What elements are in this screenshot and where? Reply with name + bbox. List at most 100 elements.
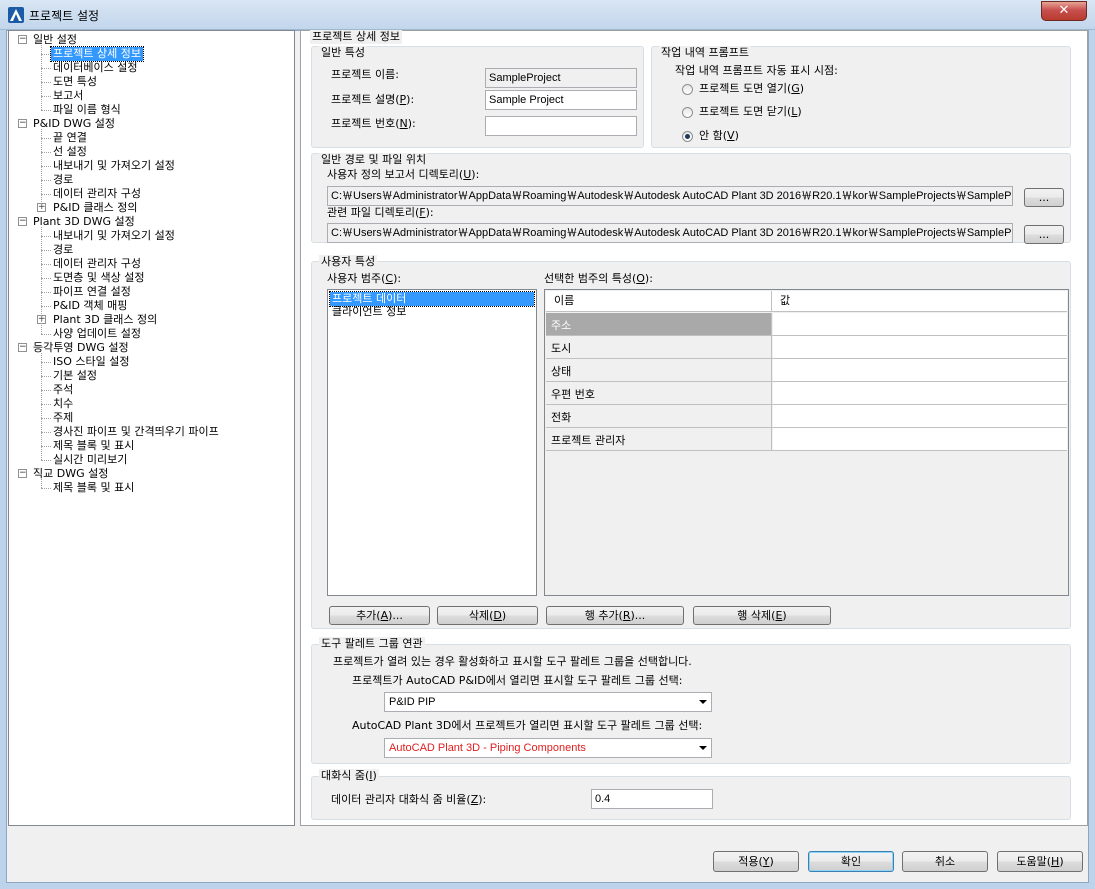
project-name-field[interactable]: SampleProject <box>485 68 637 88</box>
tree-connector <box>41 68 51 69</box>
window-title: 프로젝트 설정 <box>29 9 100 23</box>
delete-category-button[interactable]: 삭제(D) <box>437 606 538 625</box>
category-props-grid[interactable]: 이름 값 주소 도시 상태 우편 번호 전화 프로젝트 관리자 <box>544 289 1069 596</box>
grid-cell-value[interactable] <box>773 313 1067 335</box>
report-dir-label: 사용자 정의 보고서 디렉토리(U): <box>327 168 480 181</box>
tree-item-6[interactable]: P&ID DWG 설정 <box>31 117 117 131</box>
project-desc-label: 프로젝트 설명(P): <box>331 93 415 106</box>
tree-item-16[interactable]: 데이터 관리자 구성 <box>51 257 143 271</box>
tree-item-29[interactable]: 제목 블록 및 표시 <box>51 439 136 453</box>
settings-tree[interactable]: − 일반 설정 프로젝트 상세 정보 데이터베이스 설정 도면 특성 보고서 파일 이름 형… <box>8 30 295 826</box>
tree-item-10[interactable]: 경로 <box>51 173 75 187</box>
list-item-client-info[interactable]: 클라이언트 정보 <box>330 305 408 319</box>
tree-item-3[interactable]: 도면 특성 <box>51 75 99 89</box>
apply-button[interactable]: 적용(Y) <box>713 851 799 872</box>
grid-row[interactable]: 전화 <box>546 405 1067 428</box>
tree-item-15[interactable]: 경로 <box>51 243 75 257</box>
collapse-icon[interactable]: − <box>18 217 27 226</box>
add-category-button[interactable]: 추가(A)... <box>329 606 430 625</box>
tree-item-2[interactable]: 데이터베이스 설정 <box>51 61 139 75</box>
tree-item-11[interactable]: 데이터 관리자 구성 <box>51 187 143 201</box>
tree-item-30[interactable]: 실시간 미리보기 <box>51 453 129 467</box>
project-number-label: 프로젝트 번호(N): <box>331 117 416 130</box>
category-props-label: 선택한 범주의 특성(O): <box>544 272 653 285</box>
tree-item-27[interactable]: 주제 <box>51 411 75 425</box>
prompt-group-title: 작업 내역 프롬프트 <box>659 46 751 59</box>
tree-item-23[interactable]: ISO 스타일 설정 <box>51 355 131 369</box>
related-dir-field[interactable]: C:￦Users￦Administrator￦AppData￦Roaming￦A… <box>327 223 1013 243</box>
grid-header: 이름 값 <box>546 291 1067 312</box>
radio-open-drawing[interactable] <box>682 84 693 95</box>
tree-item-31[interactable]: 직교 DWG 설정 <box>31 467 110 481</box>
grid-cell-name: 프로젝트 관리자 <box>546 428 772 450</box>
tree-item-5[interactable]: 파일 이름 형식 <box>51 103 123 117</box>
related-dir-browse-button[interactable]: ... <box>1024 225 1064 244</box>
tree-connector <box>41 446 51 447</box>
report-dir-browse-button[interactable]: ... <box>1024 188 1064 207</box>
tree-item-24[interactable]: 기본 설정 <box>51 369 99 383</box>
pid-palette-select[interactable]: P&ID PIP <box>384 692 712 712</box>
tree-item-4[interactable]: 보고서 <box>51 89 85 103</box>
tree-item-19[interactable]: P&ID 객체 매핑 <box>51 299 129 313</box>
collapse-icon[interactable]: − <box>18 469 27 478</box>
collapse-icon[interactable]: − <box>18 119 27 128</box>
grid-row[interactable]: 프로젝트 관리자 <box>546 428 1067 451</box>
grid-cell-value[interactable] <box>773 359 1067 381</box>
grid-cell-value[interactable] <box>773 382 1067 404</box>
add-row-button[interactable]: 행 추가(R)... <box>546 606 684 625</box>
tree-item-22[interactable]: 등각투영 DWG 설정 <box>31 341 131 355</box>
tree-item-21[interactable]: 사양 업데이트 설정 <box>51 327 143 341</box>
tree-connector <box>41 390 51 391</box>
help-button[interactable]: 도움말(H) <box>997 851 1083 872</box>
project-desc-field[interactable]: Sample Project <box>485 90 637 110</box>
tree-item-26[interactable]: 치수 <box>51 397 75 411</box>
tree-item-1[interactable]: 프로젝트 상세 정보 <box>50 46 144 62</box>
tree-item-12[interactable]: P&ID 클래스 정의 <box>51 201 140 215</box>
chevron-down-icon <box>699 746 707 750</box>
cancel-button[interactable]: 취소 <box>902 851 988 872</box>
prompt-subtitle: 작업 내역 프롬프트 자동 표시 시점: <box>675 64 838 77</box>
grid-cell-value[interactable] <box>773 405 1067 427</box>
collapse-icon[interactable]: − <box>18 343 27 352</box>
chevron-down-icon <box>699 700 707 704</box>
plant-palette-select[interactable]: AutoCAD Plant 3D - Piping Components <box>384 738 712 758</box>
tree-item-18[interactable]: 파이프 연결 설정 <box>51 285 133 299</box>
tree-connector <box>41 264 51 265</box>
grid-cell-value[interactable] <box>773 428 1067 450</box>
tree-item-17[interactable]: 도면층 및 색상 설정 <box>51 271 146 285</box>
ok-button[interactable]: 확인 <box>808 851 894 872</box>
tree-connector <box>41 45 42 110</box>
tree-item-20[interactable]: Plant 3D 클래스 정의 <box>51 313 159 327</box>
report-dir-field[interactable]: C:￦Users￦Administrator￦AppData￦Roaming￦A… <box>327 186 1013 206</box>
tree-item-14[interactable]: 내보내기 및 가져오기 설정 <box>51 229 177 243</box>
grid-header-name: 이름 <box>554 294 575 307</box>
tree-item-7[interactable]: 끝 연결 <box>51 131 89 145</box>
collapse-icon[interactable]: − <box>18 35 27 44</box>
grid-row[interactable]: 도시 <box>546 336 1067 359</box>
delete-row-button[interactable]: 행 삭제(E) <box>693 606 831 625</box>
grid-row[interactable]: 상태 <box>546 359 1067 382</box>
radio-never[interactable] <box>682 131 693 142</box>
tree-connector <box>41 292 51 293</box>
tree-item-28[interactable]: 경사진 파이프 및 간격띄우기 파이프 <box>51 425 221 439</box>
project-number-field[interactable] <box>485 116 637 136</box>
plant-palette-label: AutoCAD Plant 3D에서 프로젝트가 열리면 표시할 도구 팔레트 … <box>352 719 703 732</box>
tree-item-13[interactable]: Plant 3D DWG 설정 <box>31 215 137 229</box>
paths-group-title: 일반 경로 및 파일 위치 <box>319 153 429 166</box>
grid-row[interactable]: 우편 번호 <box>546 382 1067 405</box>
grid-row[interactable]: 주소 <box>546 313 1067 336</box>
tree-item-32[interactable]: 제목 블록 및 표시 <box>51 481 136 495</box>
list-item-project-data[interactable]: 프로젝트 데이터 <box>329 291 535 307</box>
tree-connector <box>41 194 51 195</box>
tree-item-0[interactable]: 일반 설정 <box>31 33 79 47</box>
radio-close-drawing[interactable] <box>682 107 693 118</box>
zoom-ratio-field[interactable]: 0.4 <box>591 789 713 809</box>
close-button[interactable]: ✕ <box>1041 1 1087 21</box>
settings-panel: 프로젝트 상세 정보 일반 특성 프로젝트 이름: SampleProject … <box>300 30 1088 826</box>
tree-connector <box>41 418 51 419</box>
tree-item-25[interactable]: 주석 <box>51 383 75 397</box>
tree-item-8[interactable]: 선 설정 <box>51 145 89 159</box>
grid-cell-value[interactable] <box>773 336 1067 358</box>
tree-item-9[interactable]: 내보내기 및 가져오기 설정 <box>51 159 177 173</box>
user-category-list[interactable]: 프로젝트 데이터 클라이언트 정보 <box>327 289 537 596</box>
